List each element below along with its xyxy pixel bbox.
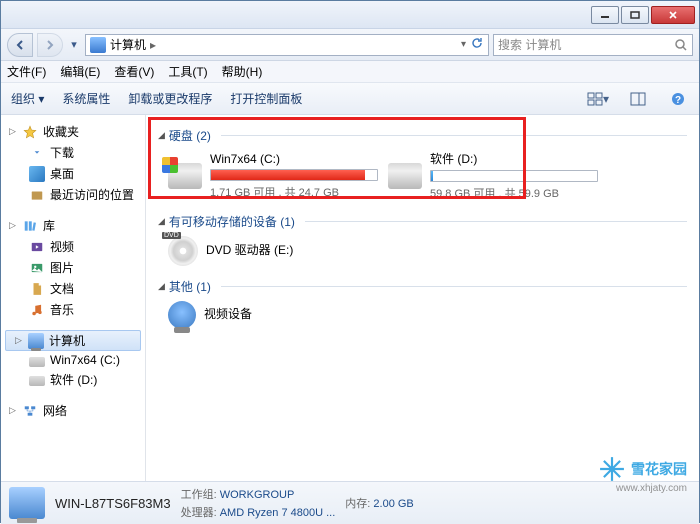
sidebar-favorites[interactable]: ▷ 收藏夹: [5, 121, 141, 142]
group-header-removable[interactable]: ◢有可移动存储的设备 (1): [158, 213, 687, 230]
documents-icon: [29, 281, 45, 297]
organize-button[interactable]: 组织 ▾: [11, 90, 44, 107]
hdd-icon: [388, 163, 422, 189]
videos-icon: [29, 239, 45, 255]
window-titlebar: [1, 1, 699, 29]
nav-history-dropdown[interactable]: ▾: [67, 33, 81, 57]
collapse-icon: ◢: [158, 216, 165, 227]
watermark: 雪花家园 www.xhjaty.com: [599, 456, 687, 482]
sidebar-item-documents[interactable]: 文档: [5, 278, 141, 299]
uninstall-button[interactable]: 卸载或更改程序: [128, 90, 212, 107]
sidebar-item-pictures[interactable]: 图片: [5, 257, 141, 278]
sidebar-item-desktop[interactable]: 桌面: [5, 163, 141, 184]
menu-bar: 文件(F) 编辑(E) 查看(V) 工具(T) 帮助(H): [1, 61, 699, 83]
expand-icon: ▷: [9, 126, 17, 137]
drive-icon: [29, 357, 45, 367]
star-icon: [22, 124, 38, 140]
dvd-icon: [168, 236, 198, 266]
nav-forward-button[interactable]: [37, 33, 63, 57]
drive-capacity-bar: [430, 170, 598, 182]
group-header-other[interactable]: ◢其他 (1): [158, 278, 687, 295]
sidebar-network[interactable]: ▷网络: [5, 400, 141, 421]
recent-icon: [29, 187, 45, 203]
drive-capacity-bar: [210, 169, 378, 181]
music-icon: [29, 302, 45, 318]
menu-file[interactable]: 文件(F): [7, 63, 46, 80]
drive-stat: 59.8 GB 可用 , 共 59.9 GB: [430, 185, 598, 201]
menu-edit[interactable]: 编辑(E): [60, 63, 100, 80]
expand-icon: ▷: [15, 335, 23, 346]
drive-d[interactable]: 软件 (D:) 59.8 GB 可用 , 共 59.9 GB: [388, 150, 598, 201]
menu-view[interactable]: 查看(V): [114, 63, 154, 80]
expand-icon: ▷: [9, 220, 17, 231]
view-options-button[interactable]: ▾: [587, 89, 609, 109]
sidebar-computer[interactable]: ▷计算机: [5, 330, 141, 351]
drive-name: DVD 驱动器 (E:): [206, 241, 378, 258]
network-icon: [22, 403, 38, 419]
search-placeholder: 搜索 计算机: [498, 36, 670, 53]
navigation-sidebar: ▷ 收藏夹 下载 桌面 最近访问的位置 ▷库 视频 图片 文档 音乐 ▷计算机 W…: [1, 115, 146, 481]
preview-pane-button[interactable]: [627, 89, 649, 109]
collapse-icon: ◢: [158, 130, 165, 141]
drive-stat: 1.71 GB 可用 , 共 24.7 GB: [210, 184, 378, 200]
computer-icon: [90, 37, 106, 53]
sidebar-libraries[interactable]: ▷库: [5, 215, 141, 236]
minimize-button[interactable]: [591, 6, 619, 24]
sidebar-favorites-label: 收藏夹: [43, 123, 79, 140]
nav-back-button[interactable]: [7, 33, 33, 57]
expand-icon: ▷: [9, 405, 17, 416]
address-dropdown-icon[interactable]: ▾: [461, 39, 466, 50]
maximize-button[interactable]: [621, 6, 649, 24]
snowflake-icon: [599, 456, 625, 482]
watermark-url: www.xhjaty.com: [616, 483, 687, 494]
computer-icon: [28, 333, 44, 349]
desktop-icon: [29, 166, 45, 182]
control-panel-button[interactable]: 打开控制面板: [230, 90, 302, 107]
watermark-text: 雪花家园: [631, 459, 687, 479]
device-name: 视频设备: [204, 305, 378, 322]
address-location: 计算机: [110, 36, 146, 53]
menu-tools[interactable]: 工具(T): [168, 63, 207, 80]
system-properties-button[interactable]: 系统属性: [62, 90, 110, 107]
toolbar: 组织 ▾ 系统属性 卸载或更改程序 打开控制面板 ▾ ?: [1, 83, 699, 115]
sidebar-item-recent[interactable]: 最近访问的位置: [5, 184, 141, 205]
sidebar-item-music[interactable]: 音乐: [5, 299, 141, 320]
drive-c[interactable]: Win7x64 (C:) 1.71 GB 可用 , 共 24.7 GB: [168, 150, 378, 201]
details-hostname: WIN-L87TS6F83M3: [55, 496, 171, 511]
download-icon: [29, 145, 45, 161]
drive-icon: [29, 376, 45, 386]
collapse-icon: ◢: [158, 281, 165, 292]
content-pane: ◢硬盘 (2) Win7x64 (C:) 1.71 GB 可用 , 共 24.7…: [146, 115, 699, 481]
menu-help[interactable]: 帮助(H): [222, 63, 263, 80]
help-button[interactable]: ?: [667, 89, 689, 109]
refresh-icon[interactable]: [470, 36, 484, 53]
drive-dvd[interactable]: DVD 驱动器 (E:): [168, 236, 378, 266]
drive-name: 软件 (D:): [430, 150, 598, 167]
address-input[interactable]: 计算机 ▸ ▾: [85, 34, 489, 56]
device-video[interactable]: 视频设备: [168, 301, 378, 329]
search-icon: [674, 38, 688, 52]
details-pane: WIN-L87TS6F83M3 工作组: WORKGROUP 处理器: AMD …: [1, 481, 699, 524]
sidebar-item-drive-c[interactable]: Win7x64 (C:): [5, 351, 141, 369]
search-input[interactable]: 搜索 计算机: [493, 34, 693, 56]
close-button[interactable]: [651, 6, 695, 24]
sidebar-item-downloads[interactable]: 下载: [5, 142, 141, 163]
hdd-os-icon: [168, 163, 202, 189]
drive-name: Win7x64 (C:): [210, 152, 378, 166]
sidebar-item-drive-d[interactable]: 软件 (D:): [5, 369, 141, 390]
libraries-icon: [22, 218, 38, 234]
computer-big-icon: [9, 487, 45, 519]
address-bar: ▾ 计算机 ▸ ▾ 搜索 计算机: [1, 29, 699, 61]
webcam-icon: [168, 301, 196, 329]
pictures-icon: [29, 260, 45, 276]
sidebar-item-videos[interactable]: 视频: [5, 236, 141, 257]
group-header-hdd[interactable]: ◢硬盘 (2): [158, 127, 687, 144]
breadcrumb-sep-icon: ▸: [150, 38, 156, 52]
svg-text:?: ?: [675, 95, 681, 106]
